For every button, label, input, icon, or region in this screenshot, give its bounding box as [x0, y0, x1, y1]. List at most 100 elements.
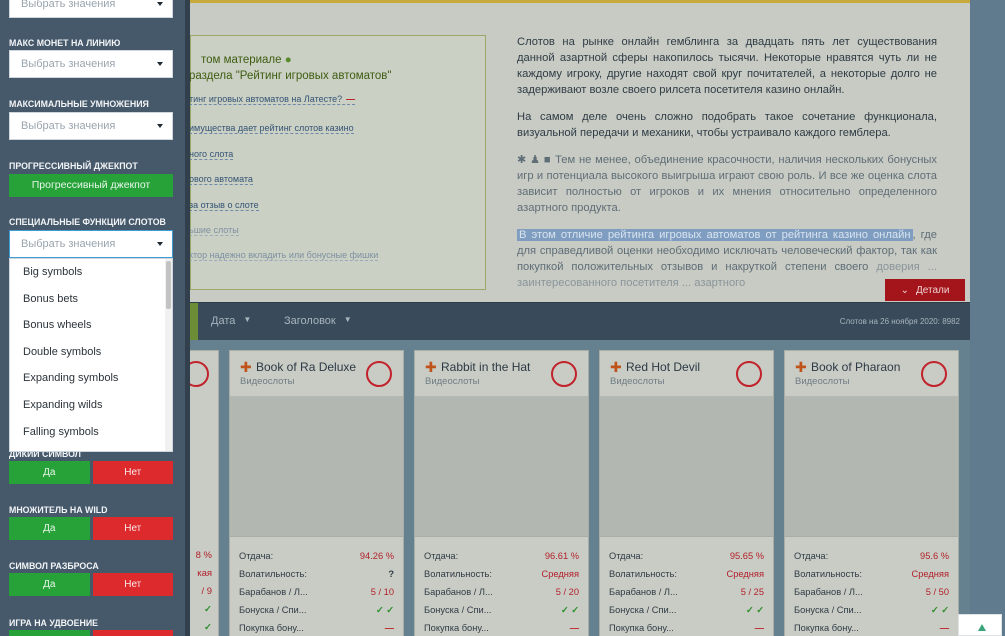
details-button[interactable]: ⌄ Детали: [885, 279, 965, 301]
caret-down-icon: [157, 62, 163, 66]
toc-title: том материале ●: [201, 54, 292, 66]
max-multiplier-select[interactable]: Выбрать значения: [9, 112, 173, 140]
dropdown-option[interactable]: Big symbols: [10, 259, 172, 286]
yes-button[interactable]: Да: [9, 573, 90, 596]
toc-link[interactable]: тинг игровых автоматов на Латесте? —: [189, 94, 356, 105]
favorite-circle-icon[interactable]: [736, 361, 762, 387]
card-thumbnail[interactable]: [600, 397, 773, 537]
filter-sidebar: Выбрать значения Макс монет на линию Выб…: [0, 0, 185, 636]
max-coins-label: Макс монет на линию: [9, 38, 121, 48]
sort-by-date[interactable]: Дата ▼: [211, 315, 251, 327]
dropdown-option[interactable]: Bonus wheels: [10, 312, 172, 339]
dropdown-option[interactable]: Double symbols: [10, 339, 172, 366]
stat-row: Волатильность: Средняя: [609, 569, 764, 579]
dropdown-option[interactable]: Expanding wilds: [10, 392, 172, 419]
dropdown-option[interactable]: Bonus bets: [10, 286, 172, 313]
stat-row: Бонуска / Спи... ✓ ✓: [609, 604, 764, 616]
minus-icon: —: [939, 623, 949, 633]
caret-down-icon: [157, 242, 163, 246]
toc-link[interactable]: ктор надежно вкладить или бонусные фишки: [189, 250, 379, 261]
card-header: ✚ Book of Pharaon Видеослоты: [785, 351, 958, 397]
card-header: ✚ Book of Ra Deluxe Видеослоты: [230, 351, 403, 397]
special-features-select[interactable]: Выбрать значения: [9, 230, 173, 258]
stat-row: Волатильность: Средняя: [424, 569, 579, 579]
caret-down-icon: ▼: [343, 315, 352, 324]
toc-link[interactable]: имущества дает рейтинг слотов казино: [189, 123, 354, 134]
toc-link[interactable]: ьшие слоты: [189, 225, 239, 236]
yes-button[interactable]: Да: [9, 461, 90, 484]
plus-icon[interactable]: ✚: [795, 360, 807, 376]
toc-link[interactable]: за отзыв о слоте: [189, 200, 259, 211]
no-button[interactable]: Нет: [92, 573, 173, 596]
stat-row: Отдача: 94.26 %: [239, 551, 394, 561]
toc-link[interactable]: ового автомата: [189, 174, 253, 185]
yes-button[interactable]: [9, 630, 90, 636]
wild-multiplier-toggle: Да Нет: [9, 517, 173, 540]
plus-icon[interactable]: ✚: [425, 360, 437, 376]
stat-row: Покупка бону... —: [424, 623, 579, 633]
favorite-circle-icon[interactable]: [921, 361, 947, 387]
no-button[interactable]: [92, 630, 173, 636]
slot-card-partial[interactable]: 8 % кая / 9 ✓ ✓: [190, 350, 219, 636]
slot-card[interactable]: ✚ Book of Ra Deluxe Видеослоты Отдача: 94.26…: [229, 350, 404, 636]
page-right-strip: [970, 0, 1005, 636]
stat-row: Покупка бону... —: [794, 623, 949, 633]
stat-row: Волатильность: Средняя: [794, 569, 949, 579]
slot-card[interactable]: ✚ Red Hot Devil Видеослоты Отдача: 95.65 % Во…: [599, 350, 774, 636]
progressive-jackpot-label: Прогрессивный джекпот: [9, 161, 138, 171]
stat-row: Отдача: 96.61 %: [424, 551, 579, 561]
dropdown-option[interactable]: Expanding symbols: [10, 365, 172, 392]
dropdown-scrollbar[interactable]: [165, 259, 172, 451]
card-title[interactable]: Red Hot Devil: [626, 360, 700, 374]
stat-row: Отдача: 95.65 %: [609, 551, 764, 561]
no-button[interactable]: Нет: [92, 517, 173, 540]
stat-row: Отдача: 95.6 %: [794, 551, 949, 561]
card-category: Видеослоты: [240, 376, 295, 387]
wild-multiplier-label: Множитель на wild: [9, 505, 108, 515]
plus-icon[interactable]: ✚: [610, 360, 622, 376]
check-icon: ✓ ✓: [930, 604, 949, 615]
stat-row: Барабанов / Л... 5 / 25: [609, 587, 764, 597]
filter-select-top[interactable]: Выбрать значения: [9, 0, 173, 18]
sort-active-indicator: [190, 303, 198, 341]
stat-row: Барабанов / Л... 5 / 50: [794, 587, 949, 597]
scroll-top-button[interactable]: [958, 614, 1002, 636]
highlighted-text: В этом отличие рейтинга игровых автомато…: [517, 229, 913, 241]
slot-card[interactable]: ✚ Rabbit in the Hat Видеослоты Отдача: 96.61…: [414, 350, 589, 636]
card-thumbnail[interactable]: [785, 397, 958, 537]
check-icon: ✓ ✓: [375, 604, 394, 615]
double-game-label: Игра на удвоение: [9, 618, 99, 628]
card-thumbnail[interactable]: [230, 397, 403, 537]
dropdown-option[interactable]: Falling symbols: [10, 419, 172, 446]
plus-icon[interactable]: ✚: [240, 360, 252, 376]
toc-link[interactable]: ного слота: [189, 149, 234, 160]
stat-row: Волатильность:?: [239, 569, 394, 579]
wild-symbol-toggle: Да Нет: [9, 461, 173, 484]
no-button[interactable]: Нет: [92, 461, 173, 484]
card-category: Видеослоты: [425, 376, 480, 387]
favorite-circle-icon[interactable]: [190, 361, 209, 387]
card-title[interactable]: Book of Ra Deluxe: [256, 360, 356, 374]
arrow-up-icon: [978, 624, 986, 631]
sidebar-scrollbar[interactable]: [185, 0, 190, 636]
favorite-circle-icon[interactable]: [551, 361, 577, 387]
favorite-circle-icon[interactable]: [366, 361, 392, 387]
card-title[interactable]: Rabbit in the Hat: [441, 360, 530, 374]
max-coins-select[interactable]: Выбрать значения: [9, 50, 173, 78]
progressive-jackpot-button[interactable]: Прогрессивный джекпот: [9, 174, 173, 197]
card-thumbnail[interactable]: [415, 397, 588, 537]
article-body: Слотов на рынке онлайн гемблинга за двад…: [517, 34, 937, 302]
scatter-symbol-toggle: Да Нет: [9, 573, 173, 596]
card-stats: Отдача: 95.65 % Волатильность: Средняя Бараб…: [600, 547, 773, 636]
special-features-label: Специальные функции слотов: [9, 217, 166, 227]
card-header: ✚ Red Hot Devil Видеослоты: [600, 351, 773, 397]
card-category: Видеослоты: [610, 376, 665, 387]
dropdown-scroll-thumb[interactable]: [166, 261, 171, 309]
stat-row: Барабанов / Л... 5 / 10: [239, 587, 394, 597]
article-paragraph: ✱ ♟ ■ Тем не менее, объединение красочно…: [517, 154, 938, 214]
yes-button[interactable]: Да: [9, 517, 90, 540]
caret-down-icon: [157, 2, 163, 6]
slot-card[interactable]: ✚ Book of Pharaon Видеослоты Отдача: 95.6 % В…: [784, 350, 959, 636]
sort-by-title[interactable]: Заголовок ▼: [284, 315, 352, 327]
card-title[interactable]: Book of Pharaon: [811, 360, 900, 374]
